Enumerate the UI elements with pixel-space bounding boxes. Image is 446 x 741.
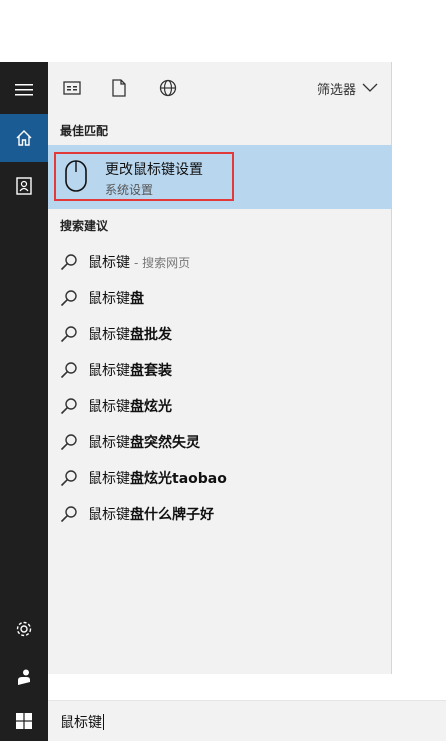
text-caret [103,714,104,730]
suggestion-completion: 盘批发 [130,327,172,343]
suggestion-item[interactable]: 鼠标键盘炫光 [48,387,392,423]
search-icon [60,398,77,415]
suggestion-text: 鼠标键盘 [88,288,144,308]
suggestion-completion: 盘炫光taobao [130,471,227,487]
documents-filter-icon[interactable] [107,76,131,100]
search-icon [60,326,77,343]
notebook-icon[interactable] [0,162,48,210]
search-icon [60,290,77,307]
suggestion-text: 鼠标键盘突然失灵 [88,432,200,452]
suggestion-item[interactable]: 鼠标键盘突然失灵 [48,423,392,459]
result-category: 系统设置 [105,183,154,197]
result-name: 更改鼠标键设置 [105,162,203,178]
suggestion-item[interactable]: 鼠标键盘炫光taobao [48,459,392,495]
suggestion-text: 鼠标键盘套装 [88,360,172,380]
suggestion-completion: 盘 [130,291,144,307]
suggestion-prefix: 鼠标键 [88,363,130,379]
suggestion-prefix: 鼠标键 [88,435,130,451]
suggestion-completion: 盘什么牌子好 [130,507,214,523]
apps-filter-icon[interactable] [60,76,84,100]
search-box[interactable]: 鼠标键 [48,700,446,741]
suggestion-text: 鼠标键盘批发 [88,324,172,344]
left-rail [0,62,48,741]
filter-label: 筛选器 [316,82,356,98]
chevron-down-icon [362,83,378,92]
settings-gear-icon[interactable] [0,605,48,653]
suggestion-item[interactable]: 鼠标键盘批发 [48,315,392,351]
suggestion-prefix: 鼠标键 [88,291,130,307]
suggestion-text: 鼠标键 - 搜索网页 [88,252,190,272]
suggestion-item[interactable]: 鼠标键盘 [48,279,392,315]
best-match-result[interactable]: 更改鼠标键设置 系统设置 [48,145,392,209]
suggestion-completion: 盘套装 [130,363,172,379]
search-icon [60,254,77,271]
web-filter-globe-icon[interactable] [156,76,180,100]
suggestion-completion: 盘突然失灵 [130,435,200,451]
filter-toolbar: 筛选器 [48,62,392,114]
suggestion-prefix: 鼠标键 [88,399,130,415]
feedback-person-icon[interactable] [0,653,48,701]
best-match-heading: 最佳匹配 [60,124,109,138]
search-input[interactable]: 鼠标键 [60,715,102,731]
mouse-icon [65,160,87,192]
search-icon [60,506,77,523]
suggestion-text: 鼠标键盘什么牌子好 [88,504,214,524]
hamburger-menu-icon[interactable] [0,66,48,114]
windows-logo-icon [16,712,32,729]
suggestion-text: 鼠标键盘炫光 [88,396,172,416]
search-icon [60,434,77,451]
suggestion-text: 鼠标键盘炫光taobao [88,468,227,488]
filter-dropdown[interactable]: 筛选器 [317,77,378,99]
search-icon [60,362,77,379]
suggestions-heading: 搜索建议 [60,219,109,233]
start-button[interactable] [0,700,48,741]
search-results-panel: 筛选器 最佳匹配 更改鼠标键设置 系统设置 搜索建议 鼠标键 - 搜索网页 鼠标键盘… [48,62,392,674]
suggestion-hint: - 搜索网页 [134,256,191,270]
suggestion-item[interactable]: 鼠标键盘套装 [48,351,392,387]
home-icon[interactable] [0,114,48,162]
suggestion-prefix: 鼠标键 [88,255,130,271]
suggestion-prefix: 鼠标键 [88,471,130,487]
search-icon [60,470,77,487]
suggestion-item[interactable]: 鼠标键 - 搜索网页 [48,243,392,279]
suggestion-completion: 盘炫光 [130,399,172,415]
suggestion-prefix: 鼠标键 [88,327,130,343]
suggestion-prefix: 鼠标键 [88,507,130,523]
suggestion-item[interactable]: 鼠标键盘什么牌子好 [48,495,392,531]
